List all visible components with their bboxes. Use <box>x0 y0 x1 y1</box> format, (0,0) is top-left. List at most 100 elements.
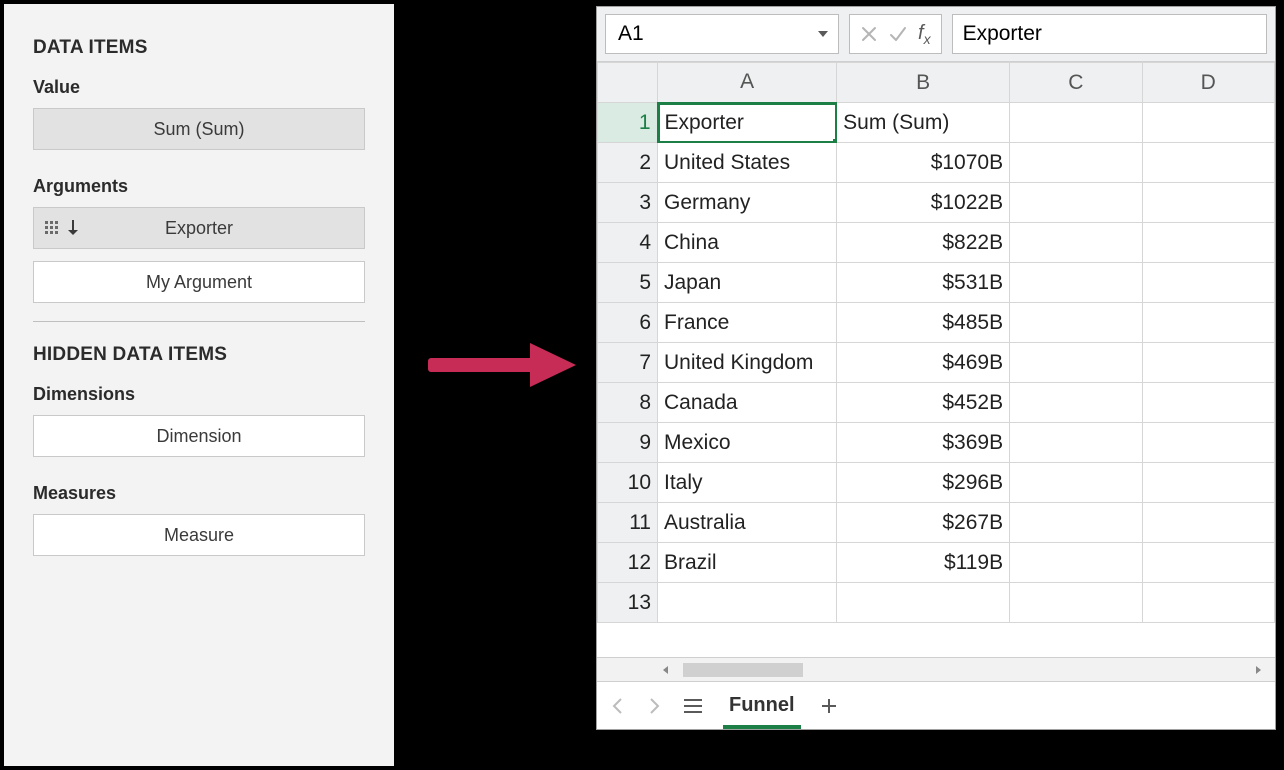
row-header[interactable]: 8 <box>598 383 658 423</box>
cell[interactable]: $267B <box>837 503 1010 543</box>
column-header-A[interactable]: A <box>658 63 837 103</box>
cell[interactable]: $452B <box>837 383 1010 423</box>
cell[interactable] <box>1010 423 1142 463</box>
row-header[interactable]: 4 <box>598 223 658 263</box>
cell-B1[interactable]: Sum (Sum) <box>837 103 1010 143</box>
column-header-B[interactable]: B <box>837 63 1010 103</box>
cell[interactable]: $1022B <box>837 183 1010 223</box>
cell[interactable]: Japan <box>658 263 837 303</box>
cell[interactable]: Mexico <box>658 423 837 463</box>
value-field[interactable]: Sum (Sum) <box>33 108 365 150</box>
cell[interactable]: United States <box>658 143 837 183</box>
cell[interactable]: $1070B <box>837 143 1010 183</box>
formula-input[interactable]: Exporter <box>952 14 1267 54</box>
cell[interactable]: Australia <box>658 503 837 543</box>
cell[interactable] <box>1142 583 1274 623</box>
row-header[interactable]: 5 <box>598 263 658 303</box>
column-header-C[interactable]: C <box>1010 63 1142 103</box>
argument-field-exporter[interactable]: Exporter <box>33 207 365 249</box>
cell[interactable] <box>1010 583 1142 623</box>
sort-down-icon <box>66 220 80 236</box>
cell[interactable] <box>1142 143 1274 183</box>
cell[interactable] <box>1010 263 1142 303</box>
column-header-D[interactable]: D <box>1142 63 1274 103</box>
cell[interactable]: Brazil <box>658 543 837 583</box>
measure-field[interactable]: Measure <box>33 514 365 556</box>
select-all-corner[interactable] <box>598 63 658 103</box>
row-header[interactable]: 6 <box>598 303 658 343</box>
cell[interactable]: $485B <box>837 303 1010 343</box>
sheet-tab-funnel[interactable]: Funnel <box>725 688 799 723</box>
sheet-tab-bar: Funnel <box>597 681 1275 729</box>
cell-C1[interactable] <box>1010 103 1142 143</box>
cell[interactable]: $369B <box>837 423 1010 463</box>
row-header[interactable]: 1 <box>598 103 658 143</box>
cell[interactable]: Italy <box>658 463 837 503</box>
row-header[interactable]: 9 <box>598 423 658 463</box>
grid-area[interactable]: A B C D 1 Exporter Sum (Sum) 2United Sta… <box>597 61 1275 657</box>
scrollbar-thumb[interactable] <box>683 663 803 677</box>
cell-A1[interactable]: Exporter <box>658 103 837 143</box>
cell[interactable]: United Kingdom <box>658 343 837 383</box>
argument-field-placeholder[interactable]: My Argument <box>33 261 365 303</box>
cell[interactable] <box>1142 503 1274 543</box>
cell[interactable]: Canada <box>658 383 837 423</box>
cell[interactable] <box>1142 383 1274 423</box>
tab-next-icon[interactable] <box>647 697 661 715</box>
cell[interactable] <box>1142 223 1274 263</box>
value-section-label: Value <box>33 77 365 98</box>
cell[interactable] <box>1142 343 1274 383</box>
cell[interactable] <box>1142 543 1274 583</box>
cell[interactable]: China <box>658 223 837 263</box>
add-sheet-icon[interactable] <box>821 698 837 714</box>
cell[interactable]: $822B <box>837 223 1010 263</box>
cell[interactable] <box>1010 223 1142 263</box>
enter-icon[interactable] <box>888 25 908 43</box>
formula-input-value: Exporter <box>963 22 1042 46</box>
cell[interactable] <box>1142 423 1274 463</box>
cell[interactable] <box>1010 383 1142 423</box>
cell[interactable] <box>1010 503 1142 543</box>
cell[interactable]: $469B <box>837 343 1010 383</box>
cell[interactable] <box>1010 463 1142 503</box>
cell[interactable] <box>1010 183 1142 223</box>
fx-icon[interactable]: fx <box>918 22 931 47</box>
scroll-left-icon[interactable] <box>661 665 683 675</box>
cell[interactable] <box>1010 543 1142 583</box>
cell[interactable] <box>1010 343 1142 383</box>
name-box[interactable]: A1 <box>605 14 839 54</box>
cell[interactable] <box>1142 263 1274 303</box>
cell[interactable] <box>1142 303 1274 343</box>
cell[interactable] <box>1010 143 1142 183</box>
cell[interactable] <box>837 583 1010 623</box>
row-header[interactable]: 10 <box>598 463 658 503</box>
cell[interactable]: $296B <box>837 463 1010 503</box>
cell[interactable] <box>1142 463 1274 503</box>
row-header[interactable]: 12 <box>598 543 658 583</box>
grid-icon <box>44 220 60 236</box>
cell-D1[interactable] <box>1142 103 1274 143</box>
dimension-field[interactable]: Dimension <box>33 415 365 457</box>
data-items-panel: DATA ITEMS Value Sum (Sum) Arguments Exp… <box>4 4 394 766</box>
row-header[interactable]: 3 <box>598 183 658 223</box>
cell[interactable] <box>1142 183 1274 223</box>
row-header[interactable]: 11 <box>598 503 658 543</box>
row-header[interactable]: 2 <box>598 143 658 183</box>
formula-bar-buttons: fx <box>849 14 942 54</box>
value-field-text: Sum (Sum) <box>153 119 244 140</box>
row-header[interactable]: 13 <box>598 583 658 623</box>
cell[interactable] <box>658 583 837 623</box>
cell[interactable]: $531B <box>837 263 1010 303</box>
tab-prev-icon[interactable] <box>611 697 625 715</box>
horizontal-scrollbar[interactable] <box>597 657 1275 681</box>
row-header[interactable]: 7 <box>598 343 658 383</box>
cell[interactable] <box>1010 303 1142 343</box>
scroll-right-icon[interactable] <box>1253 665 1275 675</box>
all-sheets-icon[interactable] <box>683 698 703 714</box>
cell[interactable]: France <box>658 303 837 343</box>
cell[interactable]: $119B <box>837 543 1010 583</box>
cancel-icon[interactable] <box>860 25 878 43</box>
cell[interactable]: Germany <box>658 183 837 223</box>
argument-field-text: Exporter <box>165 218 233 239</box>
formula-bar: A1 fx Exporter <box>597 7 1275 61</box>
